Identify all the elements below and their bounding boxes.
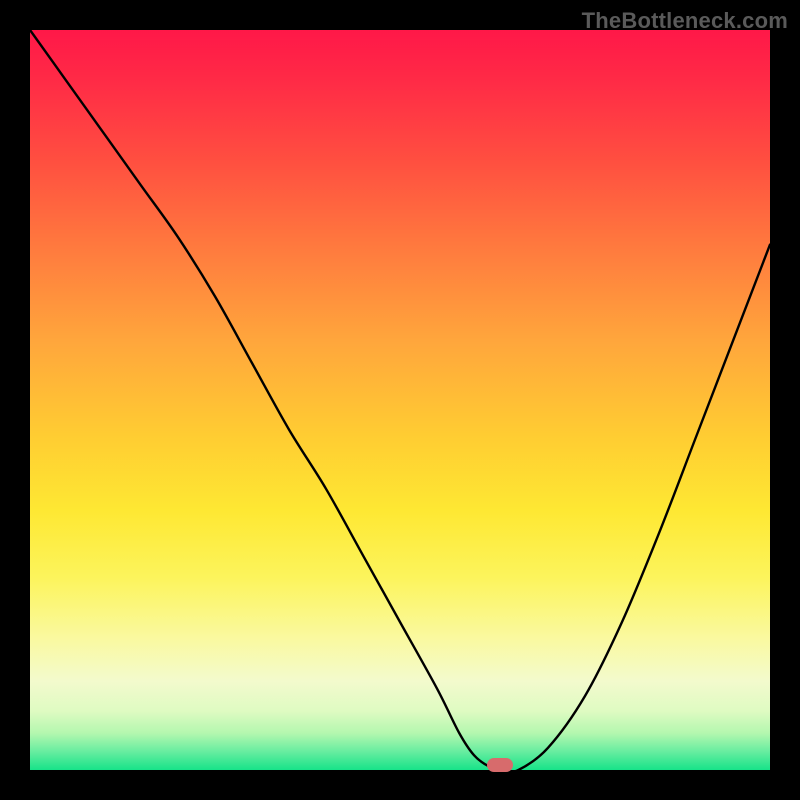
optimum-marker [487, 758, 513, 772]
plot-area [30, 30, 770, 770]
curve-svg [30, 30, 770, 770]
chart-container: TheBottleneck.com [0, 0, 800, 800]
bottleneck-curve [30, 30, 770, 772]
